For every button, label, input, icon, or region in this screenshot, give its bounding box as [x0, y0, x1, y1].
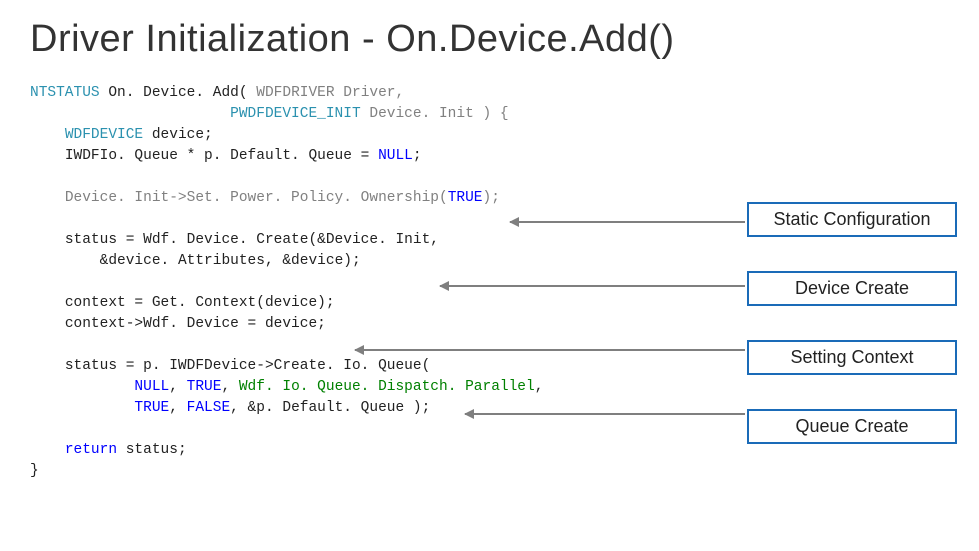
tok	[30, 127, 65, 143]
tok-kw: NULL	[134, 379, 169, 395]
tok	[30, 442, 65, 458]
callout-setting-context: Setting Context	[747, 340, 957, 375]
tok: context->Wdf. Device = device;	[65, 316, 326, 332]
tok	[30, 232, 65, 248]
tok: }	[30, 463, 39, 479]
arrow-icon	[440, 285, 745, 287]
callout-queue-create: Queue Create	[747, 409, 957, 444]
tok: device;	[143, 127, 213, 143]
tok: status;	[117, 442, 187, 458]
tok-kw: NULL	[378, 148, 413, 164]
arrow-icon	[355, 349, 745, 351]
tok	[30, 148, 65, 164]
tok: IWDFIo. Queue * p. Default. Queue =	[65, 148, 378, 164]
tok: , &p. Default. Queue );	[230, 400, 430, 416]
tok	[30, 106, 230, 122]
tok	[30, 379, 134, 395]
tok-kw: TRUE	[187, 379, 222, 395]
tok-type: NTSTATUS	[30, 85, 100, 101]
tok	[30, 316, 65, 332]
tok: );	[483, 190, 500, 206]
tok: Driver,	[335, 85, 405, 101]
tok: status = p. IWDFDevice->Create. Io. Queu…	[65, 358, 430, 374]
slide-title: Driver Initialization - On.Device.Add()	[30, 18, 949, 61]
arrow-icon	[465, 413, 745, 415]
tok	[30, 253, 100, 269]
tok: Device. Init ) {	[361, 106, 509, 122]
tok: ,	[535, 379, 544, 395]
tok-kw: TRUE	[448, 190, 483, 206]
arrow-icon	[510, 221, 745, 223]
callouts: Static Configuration Device Create Setti…	[747, 202, 957, 444]
tok-type: WDFDEVICE	[65, 127, 143, 143]
tok: ,	[169, 400, 186, 416]
tok-kw: TRUE	[134, 400, 169, 416]
tok: ,	[169, 379, 186, 395]
tok	[30, 190, 65, 206]
tok: status = Wdf. Device. Create(&Device. In…	[65, 232, 439, 248]
tok-kw: return	[65, 442, 117, 458]
tok: context = Get. Context(device);	[65, 295, 335, 311]
callout-device-create: Device Create	[747, 271, 957, 306]
tok	[30, 400, 134, 416]
tok: ;	[413, 148, 422, 164]
tok: &device. Attributes, &device);	[100, 253, 361, 269]
tok: On. Device. Add(	[100, 85, 257, 101]
tok	[30, 358, 65, 374]
tok-kw: FALSE	[187, 400, 231, 416]
callout-static-config: Static Configuration	[747, 202, 957, 237]
tok-type: WDFDRIVER	[256, 85, 334, 101]
tok-enum: Wdf. Io. Queue. Dispatch. Parallel	[239, 379, 535, 395]
tok: Device. Init->Set. Power. Policy. Owners…	[65, 190, 448, 206]
tok: ,	[221, 379, 238, 395]
tok	[30, 295, 65, 311]
tok-type: PWDFDEVICE_INIT	[230, 106, 361, 122]
